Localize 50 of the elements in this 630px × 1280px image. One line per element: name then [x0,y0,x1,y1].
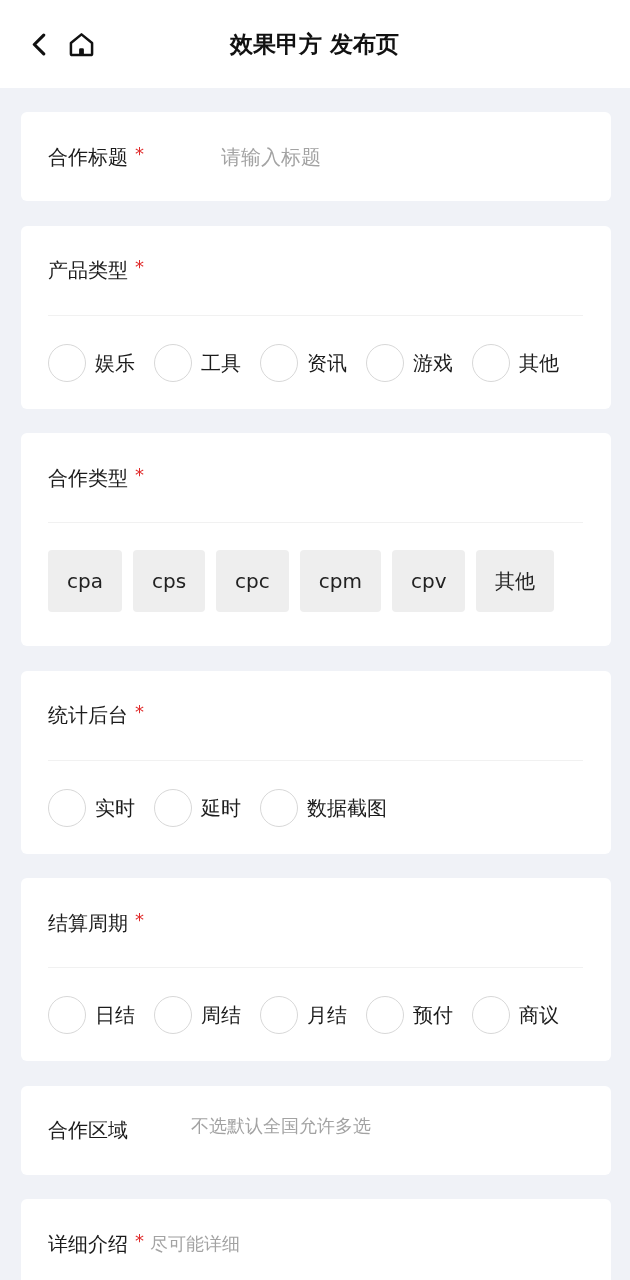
radio-button[interactable] [472,343,510,382]
radio-label[interactable]: 日结 [95,1001,135,1029]
required-mark: * [135,1231,144,1250]
radio-button[interactable] [154,996,192,1034]
back-icon[interactable] [31,32,46,56]
required-mark: * [135,144,144,163]
radio-button[interactable] [48,788,86,827]
radio-button[interactable] [260,343,298,382]
radio-button[interactable] [154,343,192,382]
radio-label[interactable]: 工具 [201,348,241,377]
field-label: 结算周期 [48,909,128,937]
type-chip[interactable]: 其他 [476,550,555,612]
required-mark: * [135,910,144,929]
radio-label[interactable]: 资讯 [307,348,347,377]
field-label: 合作区域 [48,1117,128,1144]
radio-button[interactable] [366,343,404,382]
type-chip[interactable]: cps [132,550,206,612]
field-label: 合作类型 [48,464,128,492]
radio-button[interactable] [366,996,404,1034]
field-label: 统计后台 [48,702,128,729]
required-mark: * [135,465,144,484]
radio-label[interactable]: 延时 [201,793,241,822]
field-label: 合作标题 [48,143,128,171]
radio-button[interactable] [48,996,86,1034]
type-chip[interactable]: cpm [299,550,381,612]
radio-label[interactable]: 月结 [307,1001,347,1029]
radio-button[interactable] [260,788,298,827]
radio-label[interactable]: 实时 [95,793,135,822]
radio-button[interactable] [48,343,86,382]
radio-button[interactable] [154,788,192,827]
required-mark: * [135,703,144,721]
radio-label[interactable]: 预付 [413,1001,453,1029]
title-input[interactable]: 请输入标题 [221,142,583,171]
radio-button[interactable] [472,996,510,1034]
type-chip[interactable]: cpa [48,550,122,612]
type-chip[interactable]: cpc [216,550,289,612]
field-label: 产品类型 [48,257,128,284]
required-mark: * [135,258,144,276]
radio-label[interactable]: 商议 [519,1001,559,1029]
home-icon[interactable] [68,31,95,57]
page-title: 效果甲方 发布页 [230,29,400,59]
radio-label[interactable]: 其他 [519,348,559,377]
radio-button[interactable] [260,996,298,1034]
detail-hint: 尽可能详细 [150,1231,240,1256]
radio-label[interactable]: 数据截图 [307,793,387,822]
radio-label[interactable]: 周结 [201,1001,241,1029]
type-chip[interactable]: cpv [391,550,466,612]
radio-label[interactable]: 娱乐 [95,348,135,377]
radio-label[interactable]: 游戏 [413,348,453,377]
field-label: 详细介绍 [48,1230,128,1258]
